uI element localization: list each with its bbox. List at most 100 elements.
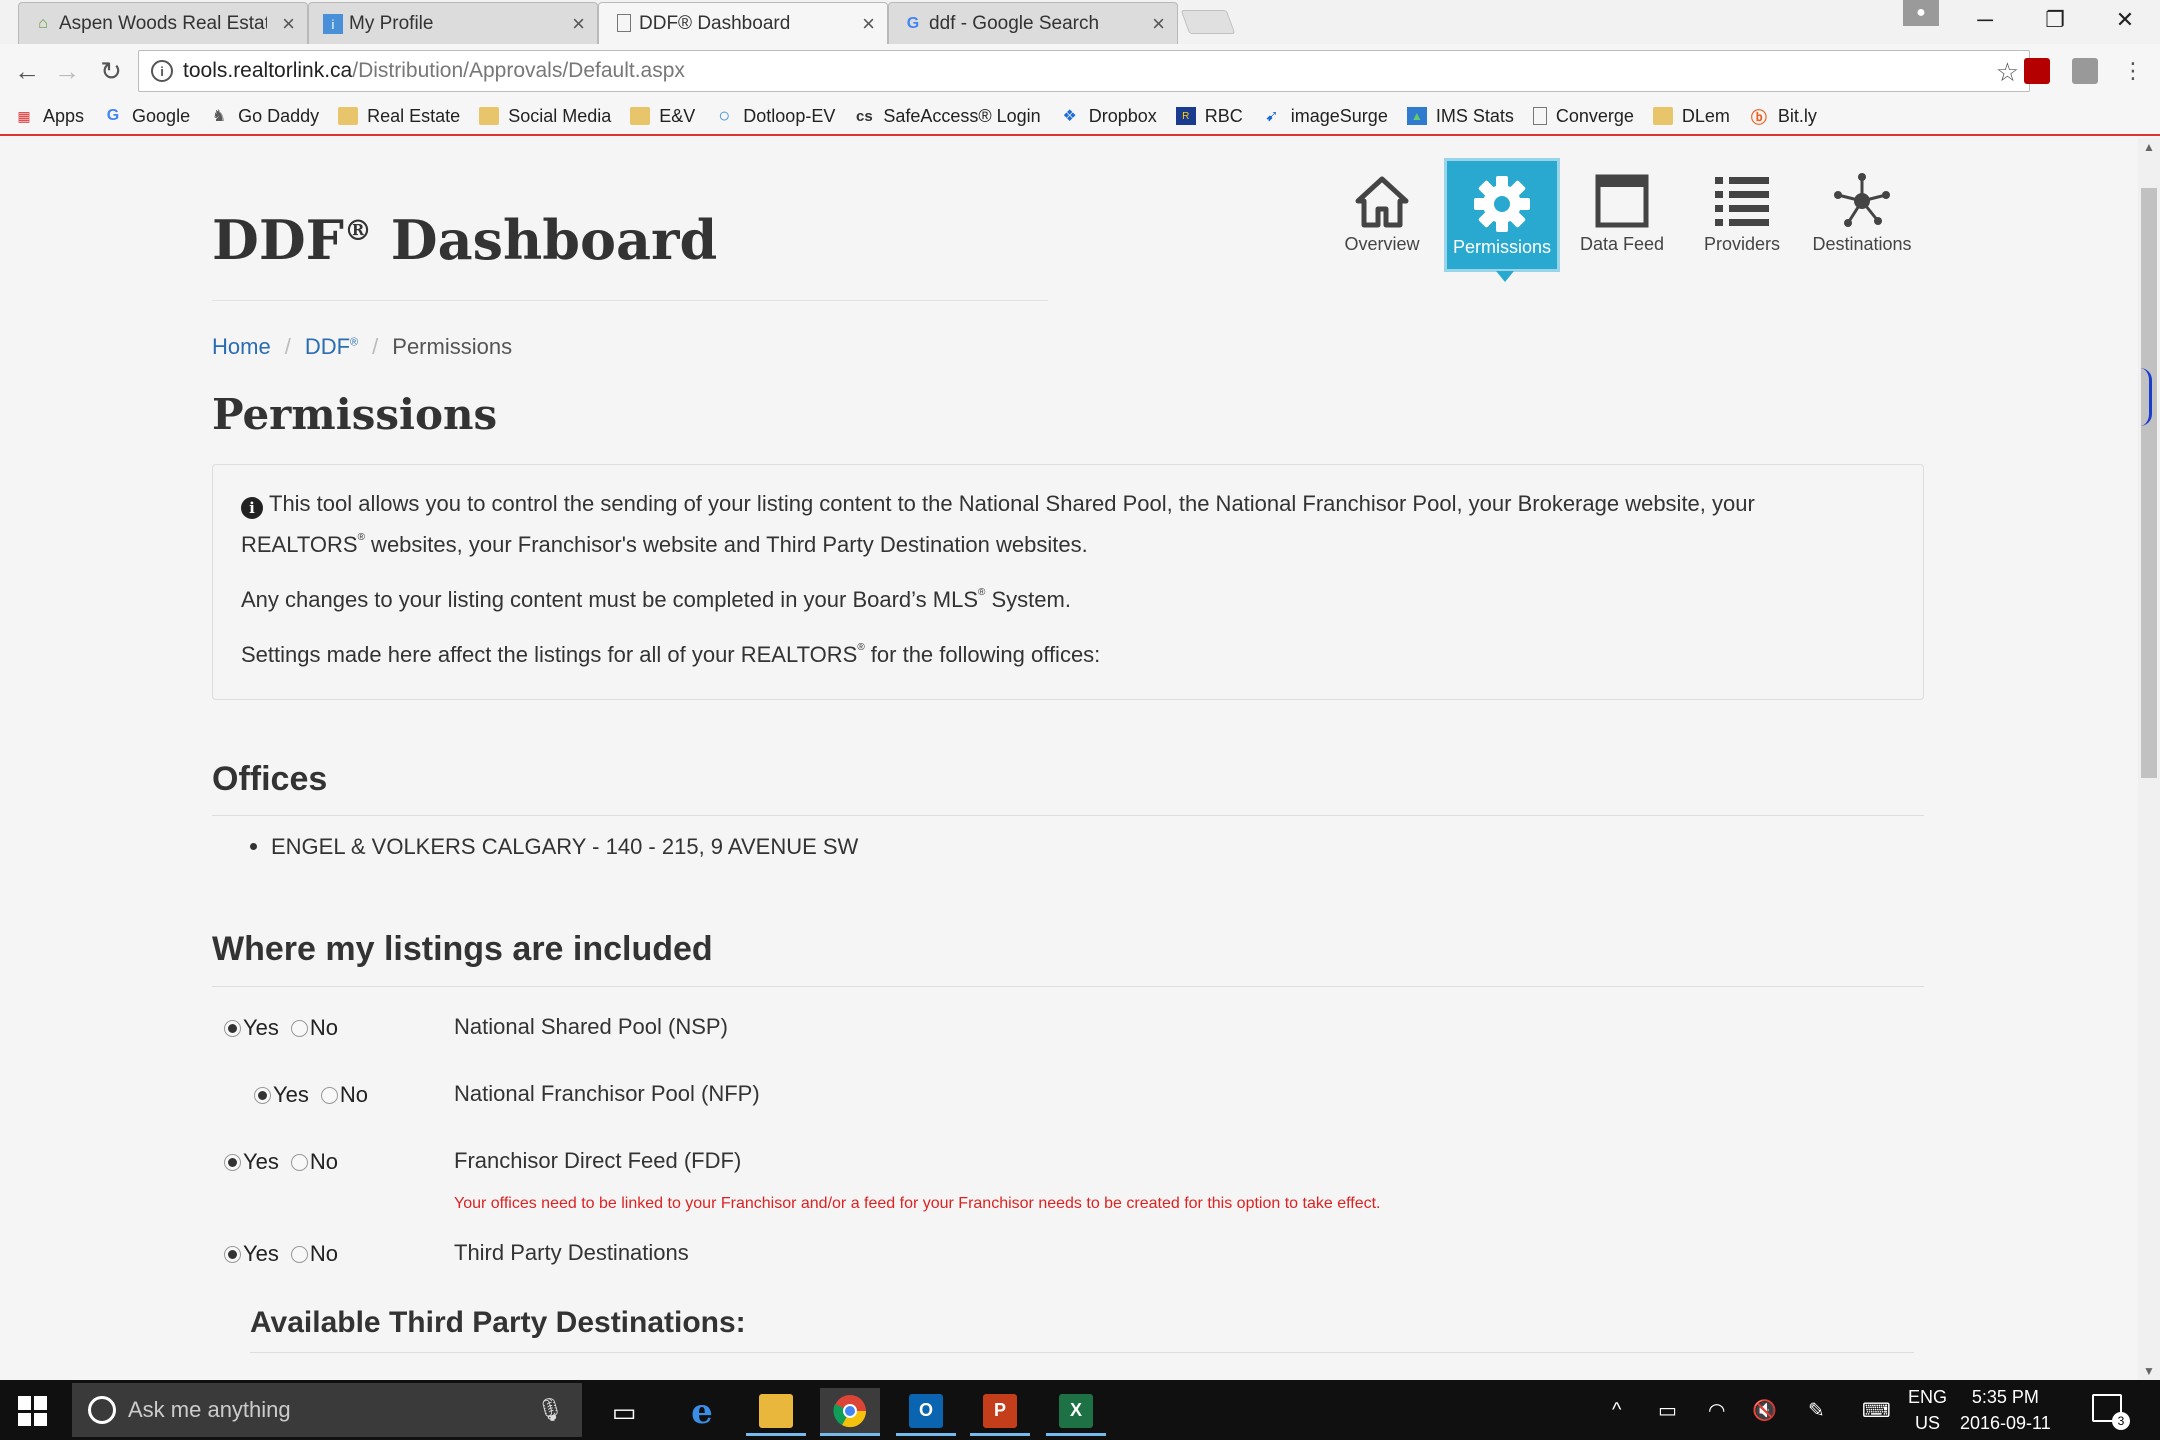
bookmark-bitly[interactable]: ⓑ Bit.ly xyxy=(1749,106,1817,128)
minimize-button[interactable]: ─ xyxy=(1950,0,2020,40)
language-indicator[interactable]: ENG US xyxy=(1908,1384,1947,1436)
scroll-up-arrow-icon[interactable]: ▲ xyxy=(2143,140,2155,154)
fdf-warning-text: Your offices need to be linked to your F… xyxy=(454,1195,1381,1212)
option-label: Franchisor Direct Feed (FDF) xyxy=(454,1148,742,1173)
option-label: National Franchisor Pool (NFP) xyxy=(454,1081,760,1106)
breadcrumb: Home / DDF® / Permissions xyxy=(212,334,512,360)
nav-data-feed[interactable]: Data Feed xyxy=(1564,158,1680,272)
bookmark-label: Real Estate xyxy=(367,105,461,126)
fdf-no-radio[interactable] xyxy=(290,1153,308,1171)
nav-providers[interactable]: Providers xyxy=(1684,158,1800,272)
cortana-icon xyxy=(88,1396,116,1424)
bookmark-rbc[interactable]: R RBC xyxy=(1175,105,1243,127)
bookmark-ims-stats[interactable]: ▲ IMS Stats xyxy=(1406,105,1514,127)
nsp-yes-radio[interactable] xyxy=(224,1019,241,1037)
bookmark-godaddy[interactable]: ♞ Go Daddy xyxy=(209,106,319,127)
breadcrumb-separator: / xyxy=(284,334,291,359)
bookmark-imagesurge[interactable]: ➹ imageSurge xyxy=(1262,106,1388,127)
bookmark-dlem[interactable]: DLem xyxy=(1652,106,1730,127)
nav-label: Data Feed xyxy=(1579,234,1665,254)
tab-ddf-dashboard[interactable]: DDF® Dashboard × xyxy=(598,2,888,44)
third-party-no-radio[interactable] xyxy=(290,1245,308,1263)
keyboard-icon[interactable]: ⌨ xyxy=(1862,1380,1891,1440)
bookmark-safeaccess[interactable]: cs SafeAccess® Login xyxy=(854,105,1041,127)
close-tab-icon[interactable]: × xyxy=(1152,11,1165,37)
nav-overview[interactable]: Overview xyxy=(1324,158,1440,272)
close-tab-icon[interactable]: × xyxy=(572,11,585,37)
back-arrow-icon[interactable]: ← xyxy=(10,54,44,88)
nfp-radio-group: Yes No xyxy=(254,1077,380,1113)
menu-kebab-icon[interactable]: ⋮ xyxy=(2116,54,2150,88)
fdf-yes-radio[interactable] xyxy=(224,1153,241,1171)
powerpoint-icon[interactable]: P xyxy=(970,1388,1030,1436)
info-text-1b-post: websites, your Franchisor's website and … xyxy=(364,532,1088,557)
profile-user-icon[interactable]: ● xyxy=(1903,0,1939,26)
bookmark-dropbox[interactable]: ❖ Dropbox xyxy=(1060,106,1157,127)
close-tab-icon[interactable]: × xyxy=(862,11,875,37)
extension-icon[interactable] xyxy=(2072,58,2098,84)
excel-icon[interactable]: X xyxy=(1046,1388,1106,1436)
bookmark-real-estate[interactable]: Real Estate xyxy=(338,106,460,127)
tray-overflow-icon[interactable]: ^ xyxy=(1612,1380,1621,1440)
language-code: ENG xyxy=(1908,1387,1948,1407)
bookmark-apps[interactable]: ▦ Apps xyxy=(14,106,84,127)
tab-my-profile[interactable]: i My Profile × xyxy=(308,2,598,44)
nsp-no-radio[interactable] xyxy=(290,1019,308,1037)
pen-annotation-mark xyxy=(2140,368,2152,426)
edge-browser-icon[interactable]: e xyxy=(672,1388,732,1436)
tab-label: Aspen Woods Real Estate xyxy=(59,12,267,34)
nav-destinations[interactable]: Destinations xyxy=(1804,158,1920,272)
battery-icon[interactable]: ▭ xyxy=(1658,1380,1677,1440)
bookmark-converge[interactable]: Converge xyxy=(1532,106,1634,127)
no-label: No xyxy=(309,1149,339,1174)
page-content: DDF® Dashboard Overview Permissions Data… xyxy=(0,138,2138,1380)
clock[interactable]: 5:35 PM 2016-09-11 xyxy=(1960,1384,2051,1436)
bookmark-google[interactable]: G Google xyxy=(103,106,190,127)
tab-aspen-woods[interactable]: ⌂ Aspen Woods Real Estate × xyxy=(18,2,308,44)
list-icon xyxy=(1684,168,1800,234)
bookmark-label: IMS Stats xyxy=(1435,105,1514,126)
info-text-1b-pre: REALTORS xyxy=(241,532,358,557)
pen-icon[interactable]: ✎ xyxy=(1808,1380,1825,1440)
restore-button[interactable]: ❐ xyxy=(2020,0,2090,40)
breadcrumb-ddf[interactable]: DDF® xyxy=(305,334,358,360)
tab-google-search[interactable]: G ddf - Google Search × xyxy=(888,2,1178,44)
address-bar[interactable]: i tools.realtorlink.ca/Distribution/Appr… xyxy=(138,50,2030,92)
info-icon[interactable]: i xyxy=(151,60,173,82)
reload-icon[interactable]: ↻ xyxy=(94,54,128,88)
page-scrollbar[interactable]: ▲ ▼ xyxy=(2138,138,2160,1380)
close-window-button[interactable]: ✕ xyxy=(2090,0,2160,40)
outlook-icon[interactable]: O xyxy=(896,1388,956,1436)
close-tab-icon[interactable]: × xyxy=(282,11,295,37)
bookmark-dotloop[interactable]: ○ Dotloop-EV xyxy=(714,105,835,127)
info-text-3-pre: Settings made here affect the listings f… xyxy=(241,642,858,667)
available-divider xyxy=(250,1352,1914,1353)
no-label: No xyxy=(309,1015,339,1040)
windows-start-icon[interactable] xyxy=(18,1396,48,1426)
bookmark-label: RBC xyxy=(1204,105,1243,126)
nfp-yes-radio[interactable] xyxy=(254,1086,271,1104)
file-explorer-icon[interactable] xyxy=(746,1388,806,1436)
cortana-search-box[interactable]: Ask me anything 🎙 xyxy=(72,1383,582,1437)
acrobat-extension-icon[interactable] xyxy=(2024,58,2050,84)
microphone-icon[interactable]: 🎙 xyxy=(536,1397,564,1423)
third-party-yes-radio[interactable] xyxy=(224,1245,241,1263)
chrome-icon[interactable] xyxy=(820,1388,880,1436)
volume-muted-icon[interactable]: 🔇 xyxy=(1752,1380,1777,1440)
task-view-icon[interactable]: ▭ xyxy=(594,1388,654,1436)
bookmark-label: SafeAccess® Login xyxy=(883,105,1041,126)
bookmark-social-media[interactable]: Social Media xyxy=(479,106,611,127)
forward-arrow-icon[interactable]: → xyxy=(50,54,84,88)
bookmark-ev[interactable]: E&V xyxy=(630,106,695,127)
registered-mark: ® xyxy=(857,642,865,653)
nav-permissions[interactable]: Permissions xyxy=(1444,158,1560,282)
nfp-no-radio[interactable] xyxy=(320,1086,338,1104)
wifi-icon[interactable]: ◠ xyxy=(1708,1380,1725,1440)
bookmark-star-icon[interactable]: ☆ xyxy=(1996,57,2019,88)
scroll-thumb[interactable] xyxy=(2141,188,2157,778)
new-tab-button[interactable] xyxy=(1180,10,1236,34)
windows-taskbar: Ask me anything 🎙 ▭ e O P X ^ ▭ ◠ 🔇 ✎ ⌨ … xyxy=(0,1380,2160,1440)
option-label: National Shared Pool (NSP) xyxy=(454,1014,728,1039)
breadcrumb-home[interactable]: Home xyxy=(212,334,271,360)
scroll-down-arrow-icon[interactable]: ▼ xyxy=(2143,1364,2155,1378)
